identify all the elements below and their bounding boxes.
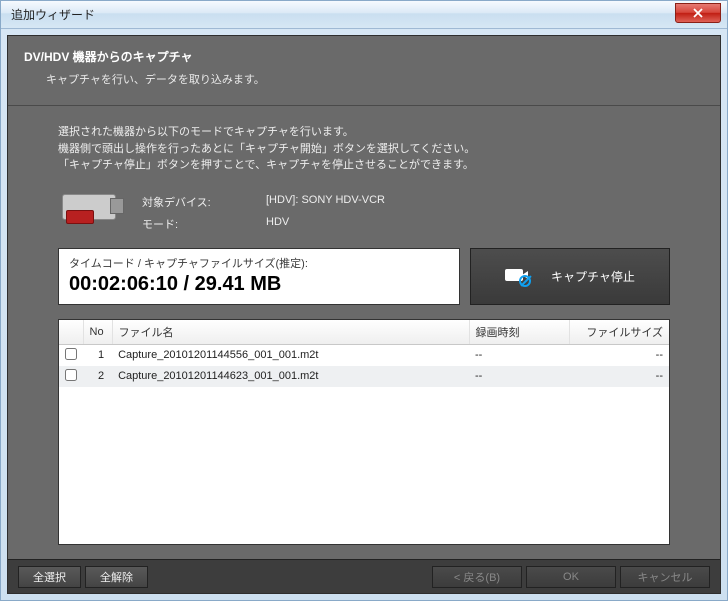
row-rectime: -- — [469, 344, 569, 366]
ok-button: OK — [526, 566, 616, 588]
camera-icon — [58, 190, 128, 230]
row-filesize: -- — [569, 366, 669, 387]
mode-value: HDV — [266, 216, 385, 232]
device-value: [HDV]: SONY HDV-VCR — [266, 194, 385, 210]
wizard-panel: DV/HDV 機器からのキャプチャ キャプチャを行い、データを取り込みます。 選… — [7, 35, 721, 594]
instruction-line: 機器側で頭出し操作を行ったあとに「キャプチャ開始」ボタンを選択してください。 — [58, 141, 670, 158]
select-all-button[interactable]: 全選択 — [18, 566, 81, 588]
row-filename: Capture_20101201144556_001_001.m2t — [112, 344, 469, 366]
row-no: 1 — [83, 344, 112, 366]
row-checkbox[interactable] — [65, 348, 77, 360]
timecode-label: タイムコード / キャプチャファイルサイズ(推定): — [69, 255, 449, 271]
row-rectime: -- — [469, 366, 569, 387]
col-header-filename[interactable]: ファイル名 — [112, 320, 469, 345]
back-button: < 戻る(B) — [432, 566, 522, 588]
deselect-all-button[interactable]: 全解除 — [85, 566, 148, 588]
timecode-row: タイムコード / キャプチャファイルサイズ(推定): 00:02:06:10 /… — [8, 248, 720, 305]
row-filesize: -- — [569, 344, 669, 366]
col-header-check — [59, 320, 83, 345]
device-info-row: 対象デバイス: [HDV]: SONY HDV-VCR モード: HDV — [8, 184, 720, 242]
cancel-button: キャンセル — [620, 566, 710, 588]
table-row[interactable]: 2Capture_20101201144623_001_001.m2t---- — [59, 366, 669, 387]
instruction-line: 「キャプチャ停止」ボタンを押すことで、キャプチャを停止させることができます。 — [58, 157, 670, 174]
window-title: 追加ウィザード — [11, 6, 95, 23]
close-icon — [692, 8, 704, 18]
capture-stop-button[interactable]: キャプチャ停止 — [470, 248, 670, 305]
capture-file-table: No ファイル名 録画時刻 ファイルサイズ 1Capture_201012011… — [58, 319, 670, 545]
row-checkbox[interactable] — [65, 369, 77, 381]
row-no: 2 — [83, 366, 112, 387]
panel-header: DV/HDV 機器からのキャプチャ キャプチャを行い、データを取り込みます。 — [8, 36, 720, 106]
panel-subtitle: キャプチャを行い、データを取り込みます。 — [46, 71, 704, 87]
capture-button-label: キャプチャ停止 — [551, 268, 635, 285]
footer-bar: 全選択 全解除 < 戻る(B) OK キャンセル — [8, 559, 720, 593]
mode-label: モード: — [142, 216, 242, 232]
instruction-line: 選択された機器から以下のモードでキャプチャを行います。 — [58, 124, 670, 141]
col-header-filesize[interactable]: ファイルサイズ — [569, 320, 669, 345]
timecode-display: タイムコード / キャプチャファイルサイズ(推定): 00:02:06:10 /… — [58, 248, 460, 305]
col-header-no[interactable]: No — [83, 320, 112, 345]
instruction-text: 選択された機器から以下のモードでキャプチャを行います。 機器側で頭出し操作を行っ… — [8, 106, 720, 184]
col-header-rectime[interactable]: 録画時刻 — [469, 320, 569, 345]
titlebar: 追加ウィザード — [1, 1, 727, 29]
window-close-button[interactable] — [675, 3, 721, 23]
device-info-grid: 対象デバイス: [HDV]: SONY HDV-VCR モード: HDV — [142, 190, 385, 232]
row-filename: Capture_20101201144623_001_001.m2t — [112, 366, 469, 387]
timecode-value: 00:02:06:10 / 29.41 MB — [69, 273, 449, 296]
capture-stop-icon — [505, 267, 531, 285]
panel-title: DV/HDV 機器からのキャプチャ — [24, 48, 704, 65]
device-label: 対象デバイス: — [142, 194, 242, 210]
table-row[interactable]: 1Capture_20101201144556_001_001.m2t---- — [59, 344, 669, 366]
